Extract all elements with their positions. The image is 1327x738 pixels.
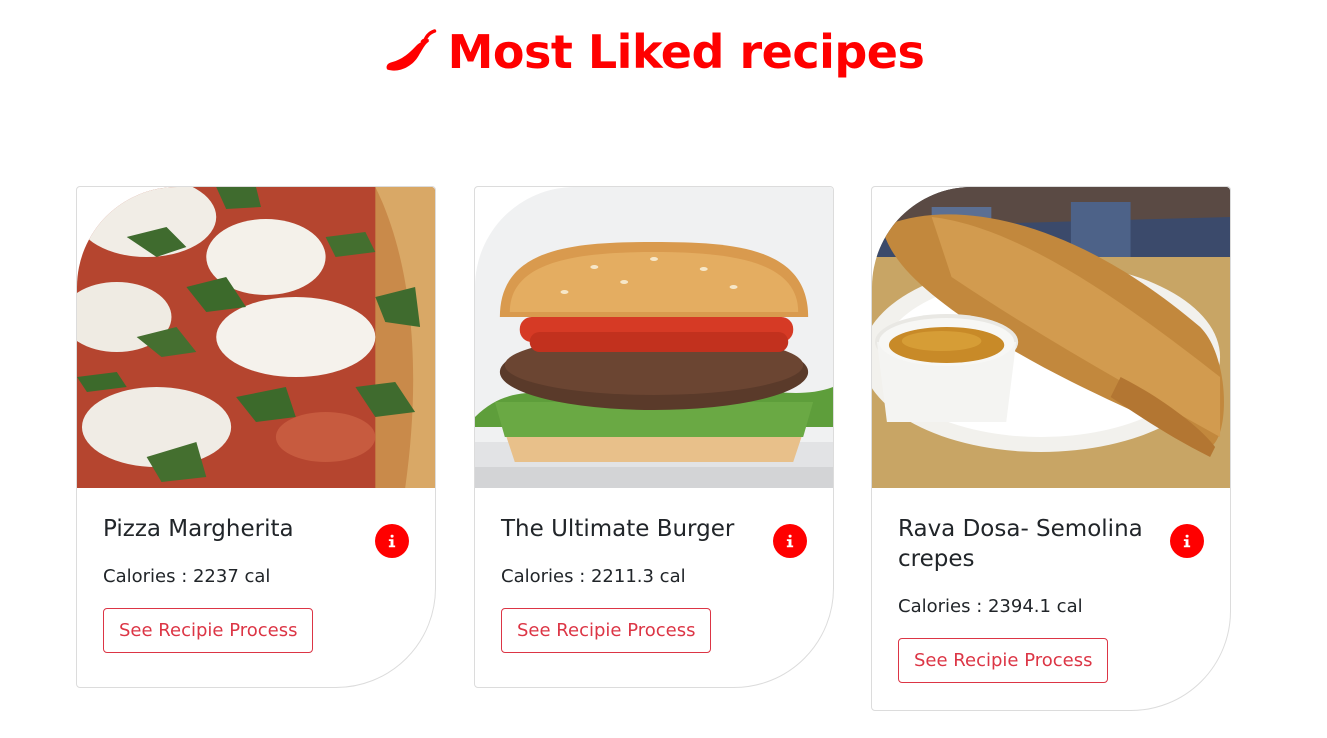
page-title: Most Liked recipes — [0, 24, 1306, 80]
info-icon[interactable] — [375, 524, 409, 558]
info-icon[interactable] — [1170, 524, 1204, 558]
see-recipe-process-button[interactable]: See Recipie Process — [898, 638, 1109, 683]
recipe-card: Rava Dosa- Semolina crepes Calories : 23… — [871, 186, 1231, 711]
recipe-title: Pizza Margherita — [103, 516, 294, 542]
recipe-calories: Calories : 2237 cal — [103, 566, 271, 587]
recipe-card: The Ultimate Burger Calories : 2211.3 ca… — [474, 186, 834, 688]
rava-dosa-photo — [872, 187, 1230, 488]
info-icon[interactable] — [773, 524, 807, 558]
recipe-title: Rava Dosa- Semolina crepes — [898, 516, 1143, 572]
burger-photo — [475, 187, 833, 488]
see-recipe-process-button[interactable]: See Recipie Process — [103, 608, 314, 653]
recipe-calories: Calories : 2211.3 cal — [501, 566, 686, 587]
see-recipe-process-button[interactable]: See Recipie Process — [501, 608, 712, 653]
recipe-title: The Ultimate Burger — [501, 516, 735, 542]
page-title-text: Most Liked recipes — [447, 25, 925, 79]
recipe-calories: Calories : 2394.1 cal — [898, 596, 1083, 617]
pizza-margherita-photo — [77, 187, 435, 488]
chili-pepper-icon — [386, 29, 436, 71]
recipe-card: Pizza Margherita Calories : 2237 cal See… — [76, 186, 436, 688]
